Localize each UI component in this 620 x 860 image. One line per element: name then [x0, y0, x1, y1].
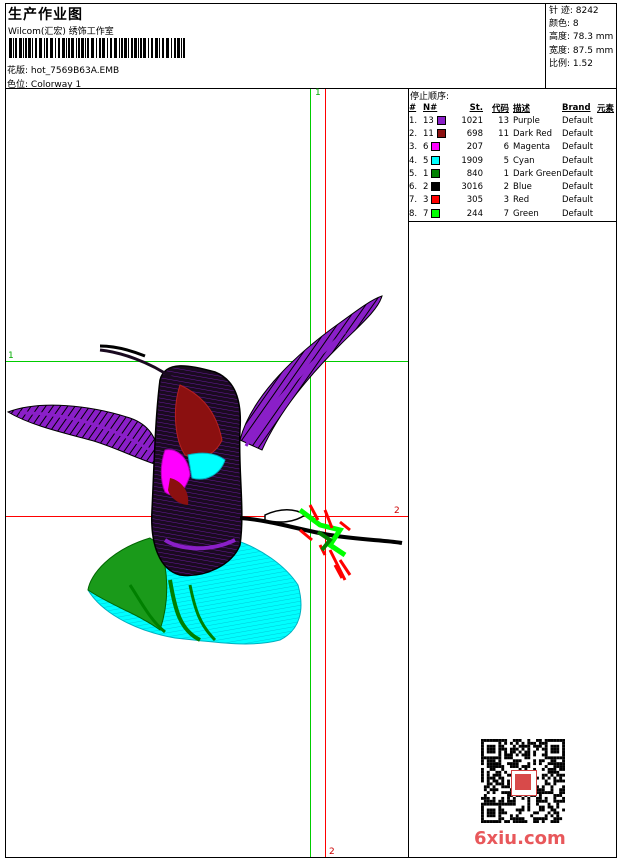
color-row: 2. 11 698 11 Dark Red Default	[409, 127, 619, 140]
color-row: 1. 13 1021 13 Purple Default	[409, 114, 619, 127]
row-index: 1.	[409, 115, 418, 126]
qr-logo	[511, 770, 537, 796]
col-element: 元素	[597, 103, 615, 114]
row-brand: Default	[562, 128, 594, 139]
row-code: 5	[503, 155, 509, 166]
row-code: 6	[503, 142, 509, 153]
row-needle: 5	[423, 154, 453, 167]
row-brand: Default	[562, 168, 594, 179]
design-stats: 针 迹: 8242 颜色: 8 高度: 78.3 mm 宽度: 87.5 mm …	[549, 5, 613, 71]
color-row: 3. 6 207 6 Magenta Default	[409, 141, 619, 154]
design-width: 宽度: 87.5 mm	[549, 45, 614, 56]
col-description: 描述	[513, 103, 531, 114]
row-element	[597, 207, 619, 220]
bird-body	[99, 344, 243, 577]
row-element	[597, 141, 619, 154]
left-wing	[6, 404, 159, 466]
row-stitches: 1909	[461, 155, 483, 166]
color-row: 6. 2 3016 2 Blue Default	[409, 180, 619, 193]
row-needle: 2	[423, 180, 453, 193]
row-needle: 7	[423, 207, 453, 220]
row-needle: 6	[423, 141, 453, 154]
row-code: 1	[503, 168, 509, 179]
row-code: 3	[503, 195, 509, 206]
row-stitches: 244	[466, 208, 483, 219]
color-table: # N# St. 代码 描述 Brand 元素 1. 13 1021 13 Purpl…	[409, 101, 619, 220]
row-element	[597, 180, 619, 193]
color-row: 4. 5 1909 5 Cyan Default	[409, 154, 619, 167]
row-needle: 1	[423, 167, 453, 180]
color-swatch	[431, 195, 441, 205]
col-code: 代码	[491, 103, 509, 114]
row-brand: Default	[562, 182, 594, 193]
row-brand: Default	[562, 208, 594, 219]
col-brand: Brand	[562, 102, 591, 113]
color-swatch	[431, 168, 441, 178]
row-stitches: 305	[466, 195, 483, 206]
row-description: Magenta	[513, 142, 551, 153]
color-row: 5. 1 840 1 Dark Green Default	[409, 167, 619, 180]
design-height: 高度: 78.3 mm	[549, 32, 614, 43]
color-count: 颜色: 8	[549, 19, 579, 30]
col-index: #	[409, 102, 417, 113]
row-description: Purple	[513, 115, 540, 126]
color-table-header: # N# St. 代码 描述 Brand 元素	[409, 101, 619, 114]
color-swatch	[431, 155, 441, 165]
row-index: 4.	[409, 155, 418, 166]
row-brand: Default	[562, 115, 594, 126]
row-stitches: 840	[466, 168, 483, 179]
stats-divider	[545, 3, 546, 88]
row-description: Dark Green	[513, 168, 562, 179]
row-needle: 11	[423, 127, 453, 140]
design-scale: 比例: 1.52	[549, 58, 593, 69]
row-element	[597, 114, 619, 127]
right-wing	[239, 295, 383, 451]
row-needle: 3	[423, 194, 453, 207]
table-divider	[408, 221, 617, 222]
row-stitches: 1021	[461, 115, 483, 126]
row-stitches: 3016	[461, 182, 483, 193]
row-element	[597, 194, 619, 207]
row-code: 11	[498, 128, 509, 139]
row-stitches: 698	[466, 128, 483, 139]
row-description: Green	[513, 208, 539, 219]
row-code: 7	[503, 208, 509, 219]
row-description: Red	[513, 195, 530, 206]
row-element	[597, 167, 619, 180]
row-code: 2	[503, 182, 509, 193]
col-stitches: St.	[469, 102, 483, 113]
row-stitches: 207	[466, 142, 483, 153]
color-swatch	[431, 182, 441, 192]
color-swatch	[436, 115, 446, 125]
row-description: Blue	[513, 182, 532, 193]
watermark: 6xiu.com	[474, 828, 566, 849]
row-description: Dark Red	[513, 128, 553, 139]
color-row: 8. 7 244 7 Green Default	[409, 207, 619, 220]
row-index: 2.	[409, 128, 418, 139]
row-description: Cyan	[513, 155, 535, 166]
col-needle: N#	[423, 102, 438, 113]
row-brand: Default	[562, 195, 594, 206]
row-needle: 13	[423, 114, 453, 127]
color-swatch	[436, 128, 446, 138]
row-code: 13	[498, 115, 509, 126]
row-index: 7.	[409, 195, 418, 206]
row-index: 6.	[409, 182, 418, 193]
hummingbird-embroidery	[6, 295, 403, 645]
color-swatch	[431, 142, 441, 152]
color-row: 7. 3 305 3 Red Default	[409, 194, 619, 207]
row-index: 3.	[409, 142, 418, 153]
color-swatch	[431, 208, 441, 218]
row-element	[597, 127, 619, 140]
row-brand: Default	[562, 155, 594, 166]
guide-label-red-bottom: 2	[329, 847, 335, 857]
row-index: 8.	[409, 208, 418, 219]
row-element	[597, 154, 619, 167]
row-index: 5.	[409, 168, 418, 179]
stitch-count: 针 迹: 8242	[549, 6, 599, 16]
row-brand: Default	[562, 142, 594, 153]
